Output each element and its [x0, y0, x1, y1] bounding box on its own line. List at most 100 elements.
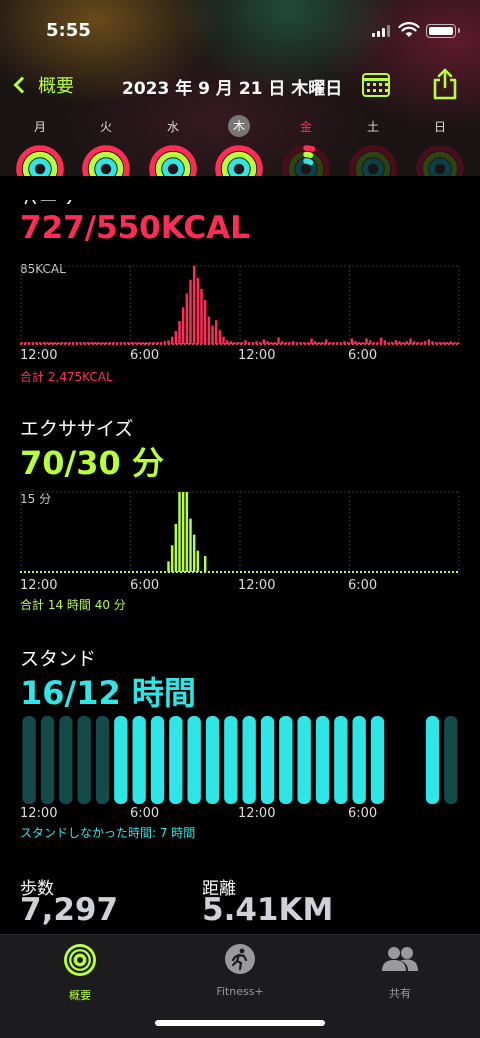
bar: [170, 545, 174, 572]
tick-label: 6:00: [130, 578, 160, 593]
bar: [185, 293, 189, 344]
tab-summary[interactable]: 概要: [20, 943, 140, 1003]
bar: [86, 342, 90, 344]
tick-label: 12:00: [20, 578, 58, 593]
stand-hour-bar: [444, 716, 458, 804]
bar: [31, 342, 35, 344]
bar: [262, 339, 266, 344]
bar: [203, 556, 207, 572]
bar: [332, 342, 335, 344]
bar: [119, 342, 123, 344]
bar: [192, 534, 196, 572]
ring-progress: [228, 158, 250, 180]
bar: [53, 342, 57, 344]
bar: [207, 316, 211, 344]
bar: [288, 342, 291, 344]
bar: [229, 341, 233, 344]
bar: [112, 342, 115, 344]
tick-label: 12:00: [20, 348, 58, 363]
bar: [255, 341, 258, 344]
stand-hour-bar: [315, 716, 330, 804]
day-label: 水: [166, 120, 179, 134]
bar: [343, 341, 346, 344]
bar: [211, 325, 214, 344]
exercise-chart: [20, 491, 460, 573]
stand-hour-bar: [352, 716, 366, 804]
move-value: 727/550KCAL: [20, 210, 250, 246]
bar: [236, 342, 240, 344]
bar: [233, 342, 236, 344]
bar: [317, 342, 321, 344]
bar: [152, 342, 156, 344]
back-button[interactable]: 概要: [10, 72, 74, 98]
bar: [79, 342, 82, 344]
tick-label: 12:00: [238, 806, 276, 821]
stand-hour-bar: [187, 716, 201, 804]
tab-sharing-label: 共有: [389, 987, 411, 1000]
bar: [434, 342, 438, 344]
bar: [46, 342, 49, 344]
ring-progress: [29, 158, 51, 180]
bar: [247, 342, 251, 344]
bar: [456, 342, 460, 344]
bar: [200, 288, 203, 344]
bar: [240, 342, 244, 344]
tab-fitness-plus[interactable]: Fitness+: [180, 943, 300, 998]
bar: [203, 299, 207, 344]
move-chart: [20, 265, 460, 345]
day-label: 火: [99, 120, 112, 134]
runner-icon: [225, 944, 255, 974]
bar: [90, 342, 93, 344]
bar: [324, 339, 328, 344]
bar: [427, 339, 431, 344]
people-icon: [382, 947, 418, 971]
bar: [251, 342, 255, 344]
bar: [313, 341, 317, 344]
tick-label: 12:00: [238, 348, 276, 363]
stand-hour-bar: [334, 716, 348, 804]
bar: [57, 342, 60, 344]
stand-hour-bar: [77, 716, 91, 804]
bar: [423, 341, 427, 344]
bar: [196, 277, 200, 344]
bar: [64, 342, 68, 344]
tick-label: 12:00: [238, 578, 276, 593]
bar: [306, 342, 310, 344]
stand-hour-bar: [132, 716, 146, 804]
bar: [101, 342, 104, 344]
stand-hour-bar: [242, 716, 256, 804]
bar: [42, 342, 46, 344]
stand-hour-bar: [205, 716, 220, 804]
bar: [273, 342, 277, 344]
tick-label: 6:00: [348, 348, 378, 363]
bar: [181, 307, 185, 344]
page-title: 2023 年 9 月 21 日 木曜日: [122, 79, 343, 99]
share-icon[interactable]: [432, 68, 458, 100]
bar: [163, 341, 167, 344]
bar: [214, 320, 218, 344]
bar: [27, 342, 31, 344]
bar: [156, 342, 159, 344]
bar: [185, 492, 189, 572]
stand-hour-bar: [370, 716, 385, 804]
bar: [321, 342, 324, 344]
bar: [123, 342, 126, 344]
stand-hour-bar: [279, 716, 293, 804]
bar: [24, 342, 27, 344]
bar: [178, 492, 181, 572]
tab-sharing[interactable]: 共有: [340, 943, 460, 1001]
bar: [115, 342, 119, 344]
tick-label: 12:00: [20, 806, 58, 821]
calendar-button[interactable]: [362, 73, 390, 97]
stand-value: 16/12 時間: [20, 674, 196, 712]
home-indicator: [155, 1020, 325, 1026]
stand-hour-bar: [95, 716, 110, 804]
bar: [192, 266, 196, 344]
back-label: 概要: [38, 76, 74, 97]
bar: [412, 341, 416, 344]
bar: [280, 341, 284, 344]
day-label: 土: [366, 120, 379, 134]
stand-hour-bar: [224, 716, 238, 804]
bar: [159, 342, 163, 344]
bar: [335, 342, 339, 344]
